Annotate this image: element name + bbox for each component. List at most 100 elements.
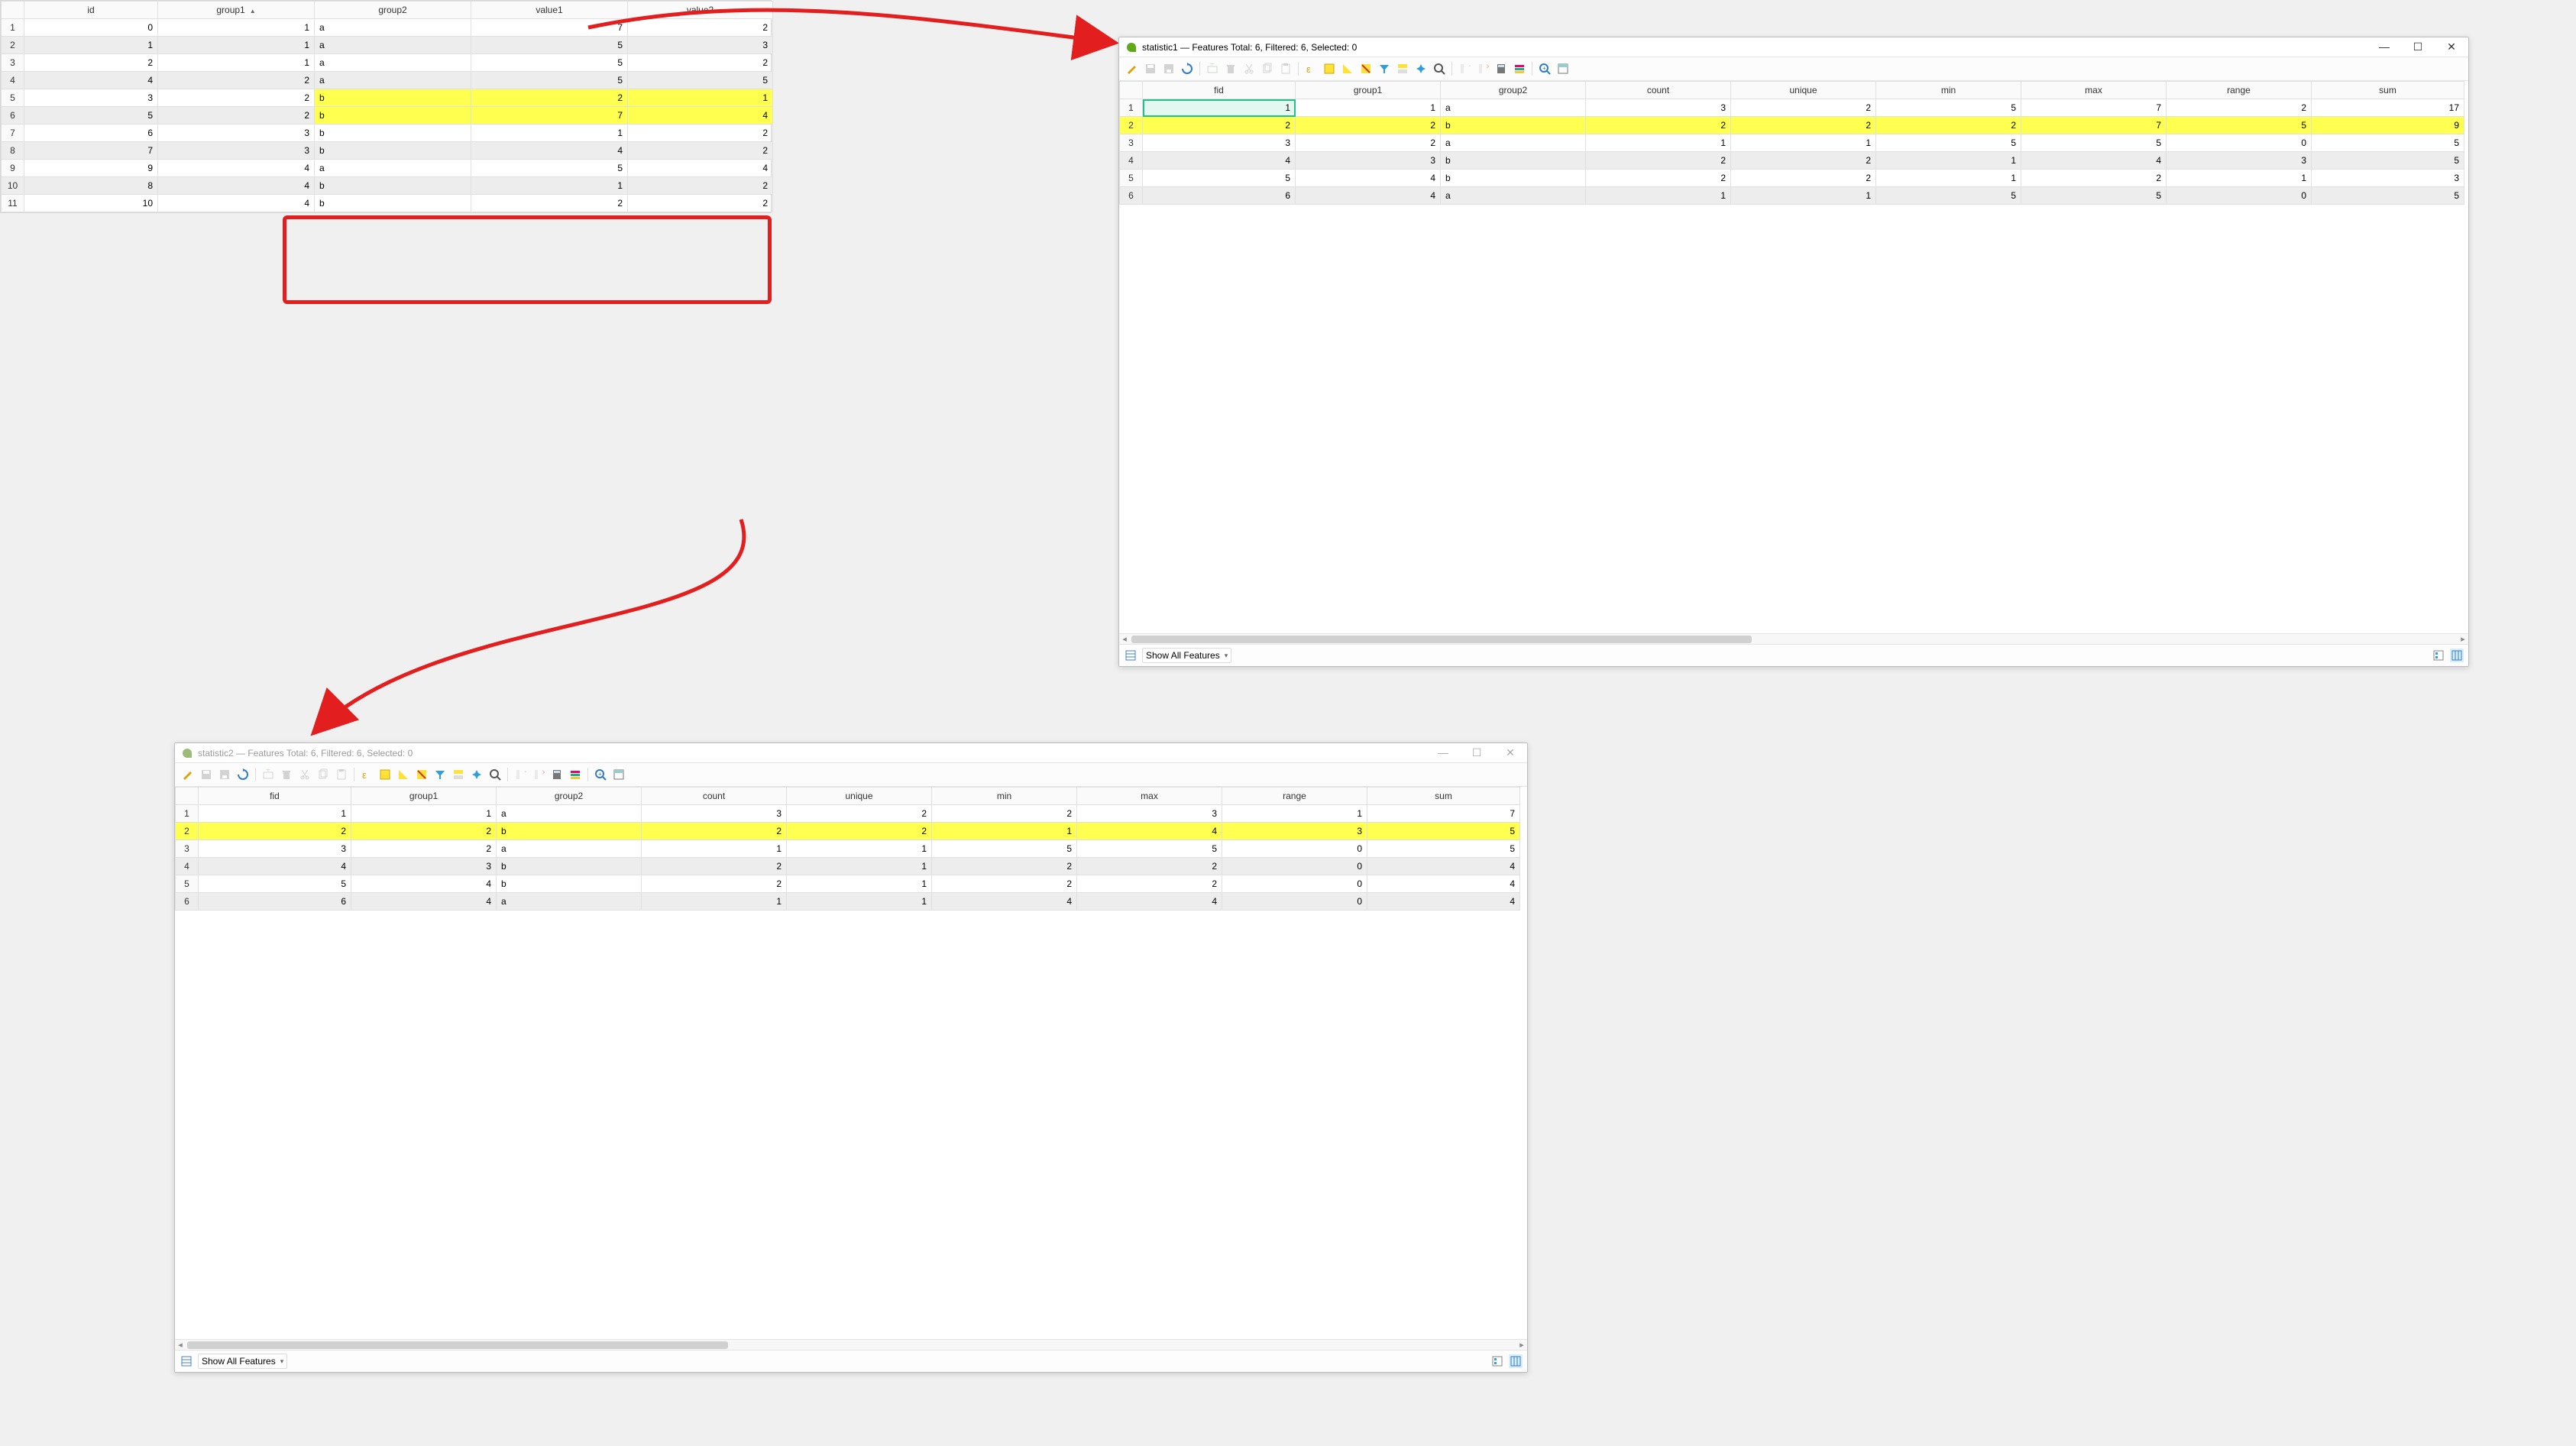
cell-range[interactable]: 3 [1222,823,1367,840]
cell-value1[interactable]: 4 [471,142,628,160]
cell-group2[interactable]: b [497,875,642,893]
cell-id[interactable]: 3 [24,89,158,107]
cell-range[interactable]: 3 [2167,152,2312,170]
cell-value1[interactable]: 2 [471,89,628,107]
table-row[interactable]: 532b21 [2,89,773,107]
table-row[interactable]: 111a3257217 [1120,99,2464,117]
cell-min[interactable]: 2 [1876,117,2021,134]
filter-features-button[interactable] [1376,60,1393,77]
cell-value2[interactable]: 2 [628,54,773,72]
row-number[interactable]: 4 [1120,152,1143,170]
cell-sum[interactable]: 5 [2312,187,2464,205]
cell-id[interactable]: 10 [24,195,158,212]
statistic1-table[interactable]: fidgroup1group2countuniqueminmaxrangesum… [1119,81,2464,205]
cell-range[interactable]: 0 [2167,187,2312,205]
cell-unique[interactable]: 2 [1731,170,1876,187]
row-number[interactable]: 6 [2,107,24,125]
cell-range[interactable]: 1 [1222,805,1367,823]
table-row[interactable]: 664a115505 [1120,187,2464,205]
cell-count[interactable]: 1 [1586,187,1731,205]
row-number[interactable]: 3 [1120,134,1143,152]
table-view-toggle-icon[interactable] [1509,1354,1523,1368]
row-number[interactable]: 7 [2,125,24,142]
cell-range[interactable]: 0 [1222,840,1367,858]
cell-group1[interactable]: 2 [351,840,497,858]
row-number[interactable]: 1 [1120,99,1143,117]
cell-group1[interactable]: 2 [158,107,315,125]
col-unique[interactable]: unique [787,788,932,805]
maximize-button[interactable]: ☐ [2407,40,2429,53]
col-count[interactable]: count [642,788,787,805]
cell-group1[interactable]: 3 [158,125,315,142]
cell-group1[interactable]: 4 [158,160,315,177]
cell-group2[interactable]: a [315,19,471,37]
col-max[interactable]: max [1077,788,1222,805]
col-group2[interactable]: group2 [1441,82,1586,99]
scroll-right-icon[interactable]: ▸ [1516,1340,1527,1350]
cell-sum[interactable]: 4 [1367,875,1520,893]
cell-group1[interactable]: 4 [158,177,315,195]
cell-sum[interactable]: 5 [1367,840,1520,858]
col-unique[interactable]: unique [1731,82,1876,99]
horizontal-scrollbar[interactable]: ◂ ▸ [175,1339,1527,1350]
table-row[interactable]: 664a114404 [176,893,1520,911]
field-calculator-button[interactable] [549,766,565,783]
cell-unique[interactable]: 2 [787,823,932,840]
pan-to-selected-button[interactable] [468,766,485,783]
cell-id[interactable]: 6 [24,125,158,142]
select-all-button[interactable] [377,766,393,783]
cell-sum[interactable]: 5 [2312,152,2464,170]
cell-group2[interactable]: a [315,160,471,177]
cell-max[interactable]: 5 [1077,840,1222,858]
cell-sum[interactable]: 7 [1367,805,1520,823]
cell-fid[interactable]: 5 [199,875,351,893]
cell-group2[interactable]: b [315,142,471,160]
show-all-features-button[interactable]: Show All Features [1142,648,1231,663]
cell-id[interactable]: 5 [24,107,158,125]
cell-group2[interactable]: a [1441,99,1586,117]
cell-group1[interactable]: 4 [1296,187,1441,205]
actions-button[interactable]: + [592,766,609,783]
col-id[interactable]: id [24,2,158,19]
cell-group1[interactable]: 2 [1296,117,1441,134]
cell-min[interactable]: 1 [1876,152,2021,170]
table-row[interactable]: 554b221213 [1120,170,2464,187]
cell-max[interactable]: 5 [2021,134,2167,152]
cell-range[interactable]: 2 [2167,99,2312,117]
col-group1[interactable]: group1 [158,2,315,19]
row-number[interactable]: 4 [176,858,199,875]
cell-group1[interactable]: 3 [351,858,497,875]
statistic2-table[interactable]: fidgroup1group2countuniqueminmaxrangesum… [175,787,1520,911]
cell-id[interactable]: 4 [24,72,158,89]
table-row[interactable]: 222b221435 [176,823,1520,840]
col-fid[interactable]: fid [199,788,351,805]
col-fid[interactable]: fid [1143,82,1296,99]
cell-group2[interactable]: b [315,89,471,107]
cell-value2[interactable]: 4 [628,107,773,125]
cell-unique[interactable]: 2 [1731,99,1876,117]
cell-group2[interactable]: b [1441,152,1586,170]
table-row[interactable]: 101a72 [2,19,773,37]
titlebar[interactable]: statistic2 — Features Total: 6, Filtered… [175,743,1527,763]
cell-min[interactable]: 1 [932,823,1077,840]
cell-value1[interactable]: 1 [471,125,628,142]
row-number[interactable]: 9 [2,160,24,177]
zoom-to-selected-button[interactable] [1431,60,1448,77]
cell-sum[interactable]: 3 [2312,170,2464,187]
cell-group1[interactable]: 1 [158,37,315,54]
row-number[interactable]: 5 [1120,170,1143,187]
cell-sum[interactable]: 5 [1367,823,1520,840]
table-row[interactable]: 443b221435 [1120,152,2464,170]
cell-value2[interactable]: 2 [628,125,773,142]
cell-group2[interactable]: b [1441,117,1586,134]
cell-max[interactable]: 4 [2021,152,2167,170]
row-number[interactable]: 3 [176,840,199,858]
conditional-formatting-button[interactable] [1511,60,1528,77]
cell-sum[interactable]: 4 [1367,858,1520,875]
table-row[interactable]: 111a322317 [176,805,1520,823]
cell-fid[interactable]: 4 [199,858,351,875]
table-row[interactable]: 332a115505 [1120,134,2464,152]
cell-group2[interactable]: b [1441,170,1586,187]
cell-max[interactable]: 2 [1077,875,1222,893]
scroll-right-icon[interactable]: ▸ [2458,634,2468,644]
